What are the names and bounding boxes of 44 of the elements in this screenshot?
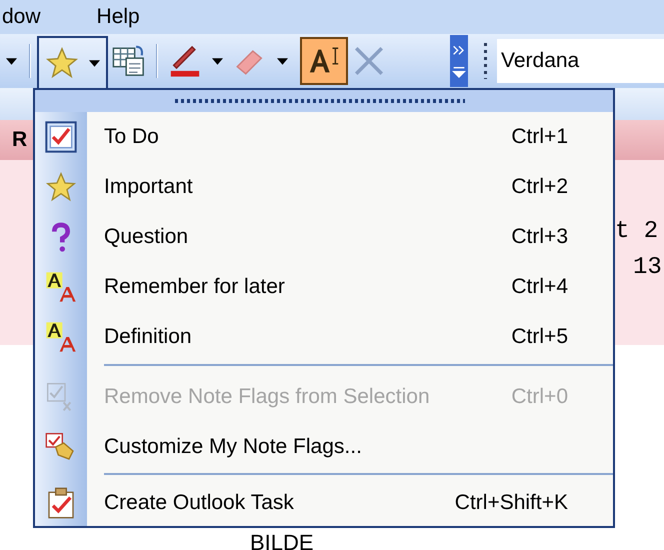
text-highlight-button[interactable] xyxy=(300,37,348,85)
table-icon[interactable] xyxy=(112,44,146,78)
menu-item[interactable]: Create Outlook Task Ctrl+Shift+K xyxy=(35,480,613,526)
menu-item-label: Create Outlook Task xyxy=(104,491,294,516)
menu-item[interactable]: dow xyxy=(2,5,41,29)
shortcut-text: Ctrl+1 xyxy=(511,124,568,149)
shortcut-text: Ctrl+3 xyxy=(511,225,568,250)
document-text: BILDE xyxy=(250,530,314,550)
shortcut-text: Ctrl+2 xyxy=(511,174,568,199)
menu-item-label: Remember for later xyxy=(104,275,285,300)
menu-item-label: Remove Note Flags from Selection xyxy=(104,384,430,409)
menu-item-label: Question xyxy=(104,225,188,250)
toolbar-overflow-button[interactable] xyxy=(450,35,468,87)
caret-icon[interactable] xyxy=(6,58,17,64)
menu-item-label: To Do xyxy=(104,124,159,149)
menu-item[interactable]: Help xyxy=(96,5,140,29)
menu-item-label: Important xyxy=(104,174,193,199)
menu-item[interactable]: Question Ctrl+3 xyxy=(35,212,613,262)
pen-icon[interactable] xyxy=(168,44,202,78)
star-icon xyxy=(45,46,79,80)
note-flags-button[interactable] xyxy=(37,36,108,88)
caret-icon[interactable] xyxy=(277,58,288,64)
star-icon xyxy=(45,170,77,203)
shortcut-text: Ctrl+5 xyxy=(511,325,568,350)
document-text: t 2 xyxy=(615,218,658,245)
shortcut-text: Ctrl+Shift+K xyxy=(454,491,568,516)
letters-icon xyxy=(45,321,77,354)
menu-item[interactable]: To Do Ctrl+1 xyxy=(35,112,613,162)
menu-item[interactable]: Customize My Note Flags... xyxy=(35,422,613,472)
menu-drag-handle[interactable] xyxy=(35,90,613,112)
shortcut-text: Ctrl+0 xyxy=(511,384,568,409)
document-text: 13 xyxy=(633,254,662,281)
menu-item[interactable]: Definition Ctrl+5 xyxy=(35,312,613,363)
shortcut-text: Ctrl+4 xyxy=(511,275,568,300)
menu-item-label: Customize My Note Flags... xyxy=(104,434,362,459)
caret-icon xyxy=(89,60,100,66)
menu-item-label: Definition xyxy=(104,325,192,350)
todo-checkbox-icon xyxy=(45,120,77,153)
caret-icon[interactable] xyxy=(212,58,223,64)
font-field[interactable]: Verdana xyxy=(497,39,664,83)
menu-item[interactable]: Important Ctrl+2 xyxy=(35,162,613,212)
letters-icon xyxy=(45,271,77,304)
menu-item[interactable]: Remember for later Ctrl+4 xyxy=(35,262,613,312)
column-heading: R xyxy=(12,128,28,152)
